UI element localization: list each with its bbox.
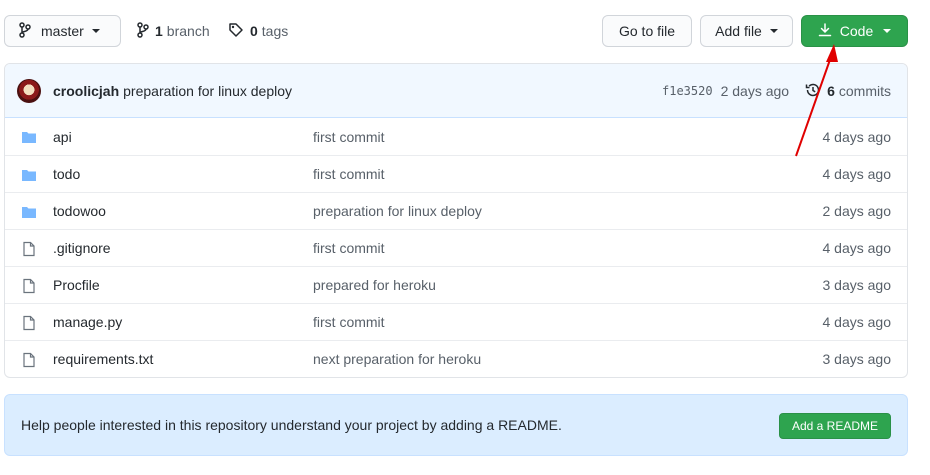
file-commit-message[interactable]: first commit <box>313 314 385 330</box>
file-row[interactable]: todo first commit 4 days ago <box>5 155 907 192</box>
git-branch-icon <box>137 21 149 41</box>
file-row[interactable]: todowoo preparation for linux deploy 2 day… <box>5 192 907 229</box>
file-age: 3 days ago <box>822 351 892 367</box>
commit-time: 2 days ago <box>720 83 790 99</box>
file-row[interactable]: Procfile prepared for heroku 3 days ago <box>5 266 907 303</box>
file-age: 4 days ago <box>822 128 892 145</box>
readme-prompt: Help people interested in this repositor… <box>4 394 908 456</box>
file-name[interactable]: .gitignore <box>53 240 111 256</box>
file-name[interactable]: api <box>53 129 72 145</box>
file-name[interactable]: Procfile <box>53 277 100 293</box>
file-age: 4 days ago <box>822 240 892 256</box>
commit-sha[interactable]: f1e3520 <box>662 84 713 98</box>
tag-icon <box>228 22 244 41</box>
code-label: Code <box>839 23 874 39</box>
latest-commit-bar: croolicjah preparation for linux deploy … <box>5 64 907 118</box>
file-row[interactable]: .gitignore first commit 4 days ago <box>5 229 907 266</box>
branch-word: branch <box>166 23 210 39</box>
download-icon <box>818 22 832 40</box>
branches-link[interactable]: 1 branch <box>137 15 210 47</box>
file-icon <box>21 352 37 368</box>
commit-word: commits <box>838 83 891 99</box>
folder-icon <box>21 167 37 183</box>
file-age: 4 days ago <box>822 314 892 330</box>
go-to-file-button[interactable]: Go to file <box>602 15 692 47</box>
chevron-down-icon <box>91 29 100 33</box>
readme-prompt-text: Help people interested in this repositor… <box>21 417 562 433</box>
tags-link[interactable]: 0 tags <box>228 15 288 47</box>
branch-select-button[interactable]: master <box>4 15 121 47</box>
file-browser: croolicjah preparation for linux deploy … <box>4 63 908 378</box>
branch-count: 1 <box>155 23 163 39</box>
commit-author[interactable]: croolicjah <box>53 83 119 99</box>
file-commit-message[interactable]: first commit <box>313 240 385 256</box>
file-age: 3 days ago <box>822 277 892 293</box>
file-commit-message[interactable]: preparation for linux deploy <box>313 203 482 219</box>
chevron-down-icon <box>883 29 892 33</box>
tag-count: 0 <box>250 23 258 39</box>
file-name[interactable]: todo <box>53 166 80 182</box>
file-age: 2 days ago <box>822 203 892 219</box>
file-icon <box>21 315 37 331</box>
commits-link[interactable]: 6 commits <box>805 82 891 101</box>
code-button[interactable]: Code <box>801 15 908 47</box>
file-row[interactable]: manage.py first commit 4 days ago <box>5 303 907 340</box>
file-name[interactable]: requirements.txt <box>53 351 153 367</box>
branch-name: master <box>41 23 84 39</box>
folder-icon <box>21 204 37 220</box>
file-row[interactable]: requirements.txt next preparation for her… <box>5 340 907 377</box>
add-file-button[interactable]: Add file <box>700 15 793 47</box>
repo-toolbar: master 1 branch 0 tags Go to file Add fi… <box>4 15 908 47</box>
history-icon <box>805 82 821 101</box>
file-commit-message[interactable]: first commit <box>313 166 385 182</box>
file-icon <box>21 241 37 257</box>
commit-count: 6 <box>827 83 835 99</box>
file-commit-message[interactable]: next preparation for heroku <box>313 351 481 367</box>
file-name[interactable]: manage.py <box>53 314 122 330</box>
file-commit-message[interactable]: prepared for heroku <box>313 277 436 293</box>
file-commit-message[interactable]: first commit <box>313 129 385 145</box>
git-branch-icon <box>19 21 31 41</box>
add-readme-button[interactable]: Add a README <box>778 413 891 439</box>
file-list: api first commit 4 days ago todo first commi… <box>5 118 907 377</box>
file-name[interactable]: todowoo <box>53 203 106 219</box>
commit-details: f1e3520 2 days ago 6 commits <box>662 64 891 118</box>
add-file-label: Add file <box>715 23 762 39</box>
file-age: 4 days ago <box>822 166 892 182</box>
avatar[interactable] <box>17 78 41 103</box>
tag-word: tags <box>261 23 289 39</box>
folder-icon <box>21 129 37 145</box>
file-row[interactable]: api first commit 4 days ago <box>5 118 907 155</box>
file-icon <box>21 278 37 294</box>
commit-message[interactable]: preparation for linux deploy <box>123 83 292 99</box>
chevron-down-icon <box>769 29 778 33</box>
